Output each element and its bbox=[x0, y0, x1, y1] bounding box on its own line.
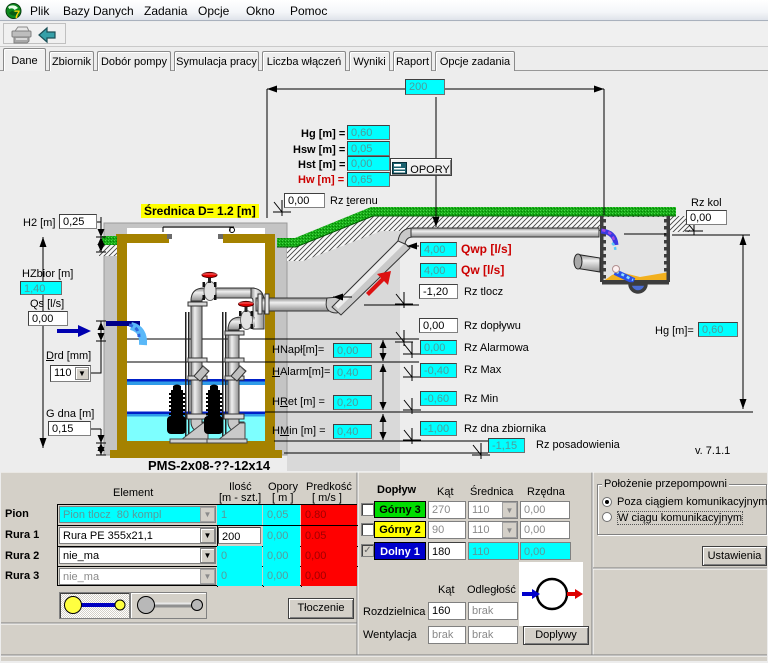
svg-text:7: 7 bbox=[14, 9, 20, 21]
